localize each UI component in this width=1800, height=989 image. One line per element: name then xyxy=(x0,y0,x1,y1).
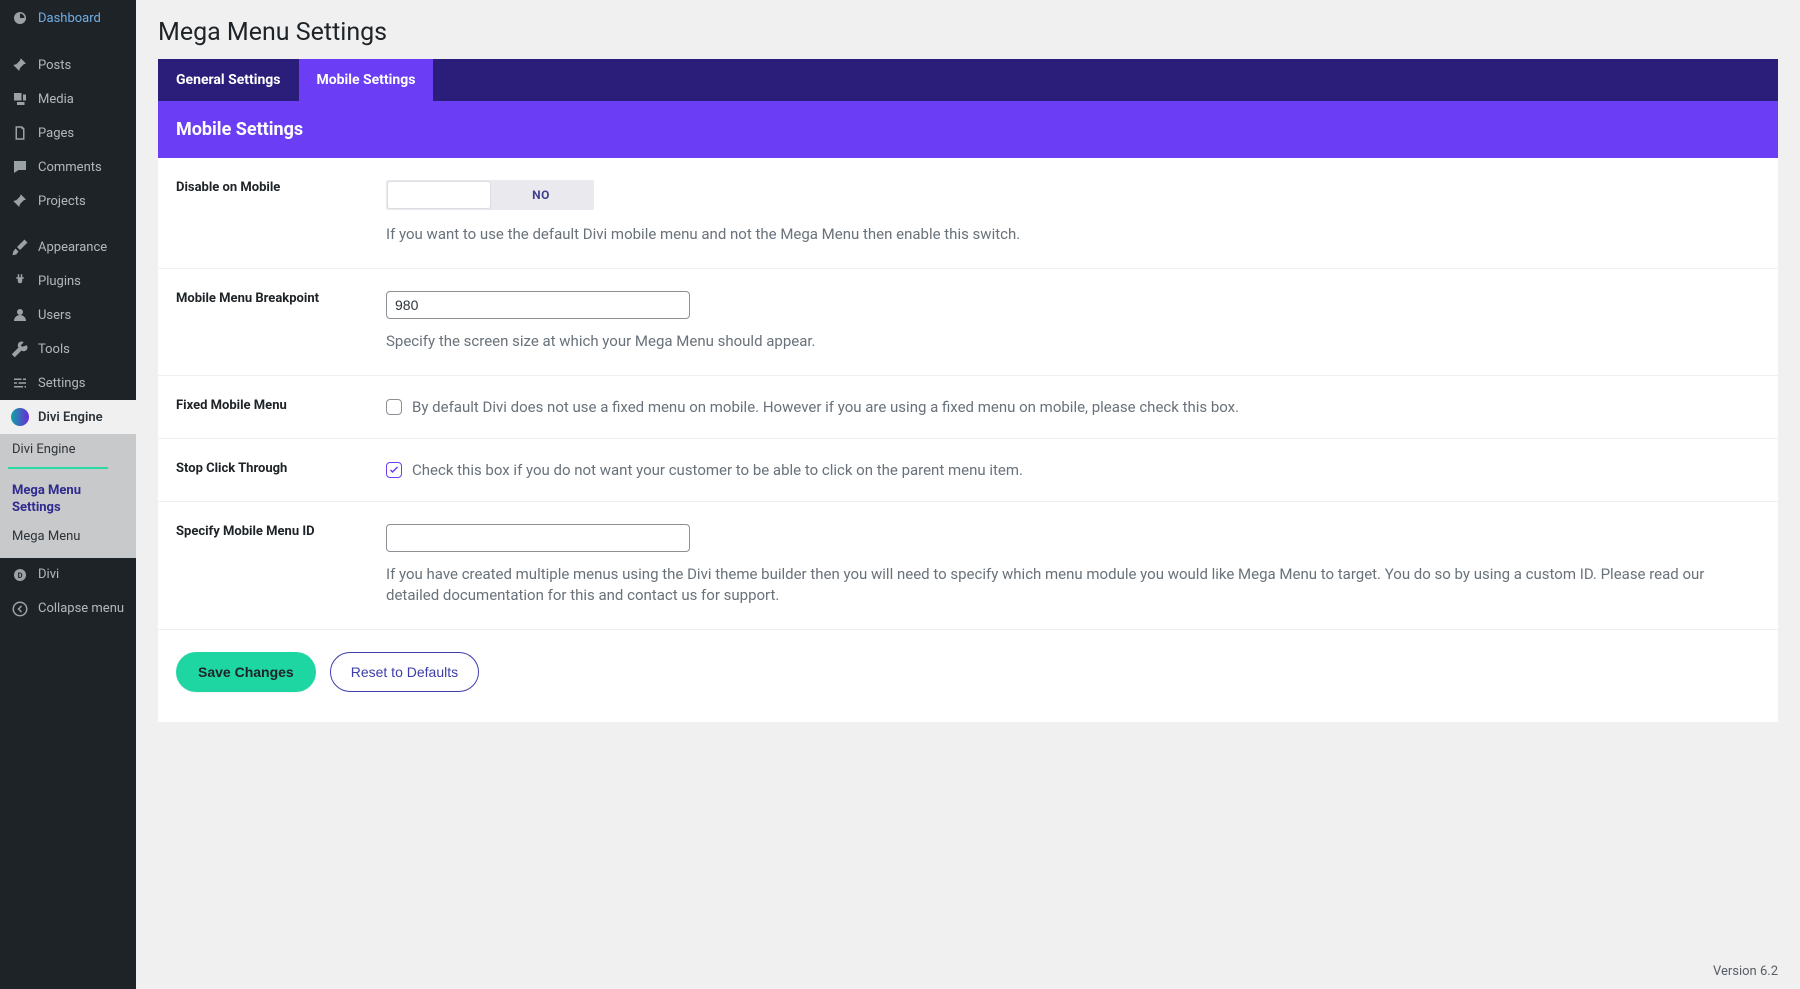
fixed-menu-checkbox[interactable] xyxy=(386,399,402,415)
sidebar-item-divi-engine[interactable]: Divi Engine xyxy=(0,400,136,434)
sidebar-item-tools[interactable]: Tools xyxy=(0,332,136,366)
breakpoint-input[interactable] xyxy=(386,291,690,319)
submenu-divider xyxy=(8,467,108,469)
field-stop-click-through: Stop Click Through Check this box if you… xyxy=(158,439,1778,502)
sidebar-item-label: Divi Engine xyxy=(38,410,103,425)
sidebar-item-label: Collapse menu xyxy=(38,601,124,616)
sidebar-item-label: Media xyxy=(38,92,74,107)
divi-icon: D xyxy=(10,565,30,585)
toggle-state-label: NO xyxy=(496,188,586,202)
sidebar-item-settings[interactable]: Settings xyxy=(0,366,136,400)
actions-row: Save Changes Reset to Defaults xyxy=(158,630,1778,722)
field-label: Mobile Menu Breakpoint xyxy=(176,291,386,353)
admin-sidebar: Dashboard Posts Media Pages Comments Pro… xyxy=(0,0,136,989)
field-label: Disable on Mobile xyxy=(176,180,386,246)
field-label: Specify Mobile Menu ID xyxy=(176,524,386,608)
sidebar-item-divi[interactable]: D Divi xyxy=(0,558,136,592)
field-disable-on-mobile: Disable on Mobile NO If you want to use … xyxy=(158,158,1778,269)
sidebar-item-label: Dashboard xyxy=(38,11,101,26)
collapse-icon xyxy=(10,599,30,619)
sidebar-item-label: Pages xyxy=(38,126,74,141)
field-description: If you have created multiple menus using… xyxy=(386,564,1760,608)
sidebar-item-dashboard[interactable]: Dashboard xyxy=(0,0,136,36)
sidebar-item-label: Posts xyxy=(38,58,71,73)
sidebar-item-plugins[interactable]: Plugins xyxy=(0,264,136,298)
field-description: By default Divi does not use a fixed men… xyxy=(412,398,1239,416)
sidebar-item-label: Plugins xyxy=(38,274,81,289)
submenu-item-mega-menu-settings[interactable]: Mega Menu Settings xyxy=(0,477,136,523)
field-mobile-menu-id: Specify Mobile Menu ID If you have creat… xyxy=(158,502,1778,631)
pin-icon xyxy=(10,191,30,211)
sidebar-item-label: Appearance xyxy=(38,240,107,255)
plug-icon xyxy=(10,271,30,291)
pin-icon xyxy=(10,55,30,75)
sidebar-item-collapse[interactable]: Collapse menu xyxy=(0,592,136,626)
disable-mobile-toggle[interactable]: NO xyxy=(386,180,594,210)
brush-icon xyxy=(10,237,30,257)
sidebar-item-label: Divi xyxy=(38,567,59,582)
pages-icon xyxy=(10,123,30,143)
reset-button[interactable]: Reset to Defaults xyxy=(330,652,479,692)
dashboard-icon xyxy=(10,8,30,28)
tab-general-settings[interactable]: General Settings xyxy=(158,59,299,101)
submenu-parent-label[interactable]: Divi Engine xyxy=(0,434,136,463)
field-label: Stop Click Through xyxy=(176,461,386,479)
sidebar-item-appearance[interactable]: Appearance xyxy=(0,230,136,264)
divi-engine-icon xyxy=(10,407,30,427)
sidebar-item-label: Comments xyxy=(38,160,102,175)
field-description: If you want to use the default Divi mobi… xyxy=(386,224,1760,246)
comment-icon xyxy=(10,157,30,177)
field-fixed-mobile-menu: Fixed Mobile Menu By default Divi does n… xyxy=(158,376,1778,439)
sliders-icon xyxy=(10,373,30,393)
sidebar-item-projects[interactable]: Projects xyxy=(0,184,136,218)
field-label: Fixed Mobile Menu xyxy=(176,398,386,416)
sidebar-item-users[interactable]: Users xyxy=(0,298,136,332)
sidebar-submenu: Divi Engine Mega Menu Settings Mega Menu xyxy=(0,434,136,558)
sidebar-item-label: Settings xyxy=(38,376,85,391)
toggle-knob xyxy=(388,182,490,208)
sidebar-item-media[interactable]: Media xyxy=(0,82,136,116)
tab-mobile-settings[interactable]: Mobile Settings xyxy=(299,59,434,101)
menu-id-input[interactable] xyxy=(386,524,690,552)
panel-body: Disable on Mobile NO If you want to use … xyxy=(158,158,1778,722)
tab-bar: General Settings Mobile Settings xyxy=(158,59,1778,101)
sidebar-item-label: Projects xyxy=(38,194,86,209)
stop-click-checkbox[interactable] xyxy=(386,462,402,478)
version-label: Version 6.2 xyxy=(1713,964,1778,979)
svg-text:D: D xyxy=(18,571,23,580)
sidebar-item-pages[interactable]: Pages xyxy=(0,116,136,150)
sidebar-item-comments[interactable]: Comments xyxy=(0,150,136,184)
sidebar-item-posts[interactable]: Posts xyxy=(0,48,136,82)
field-description: Specify the screen size at which your Me… xyxy=(386,331,1760,353)
submenu-item-mega-menu[interactable]: Mega Menu xyxy=(0,523,136,550)
user-icon xyxy=(10,305,30,325)
main-content: Mega Menu Settings General Settings Mobi… xyxy=(136,0,1800,989)
field-description: Check this box if you do not want your c… xyxy=(412,461,1023,479)
page-title: Mega Menu Settings xyxy=(158,12,1778,59)
save-button[interactable]: Save Changes xyxy=(176,652,316,692)
panel-header: Mobile Settings xyxy=(158,101,1778,158)
sidebar-item-label: Users xyxy=(38,308,71,323)
wrench-icon xyxy=(10,339,30,359)
sidebar-item-label: Tools xyxy=(38,342,70,357)
media-icon xyxy=(10,89,30,109)
field-mobile-breakpoint: Mobile Menu Breakpoint Specify the scree… xyxy=(158,269,1778,376)
